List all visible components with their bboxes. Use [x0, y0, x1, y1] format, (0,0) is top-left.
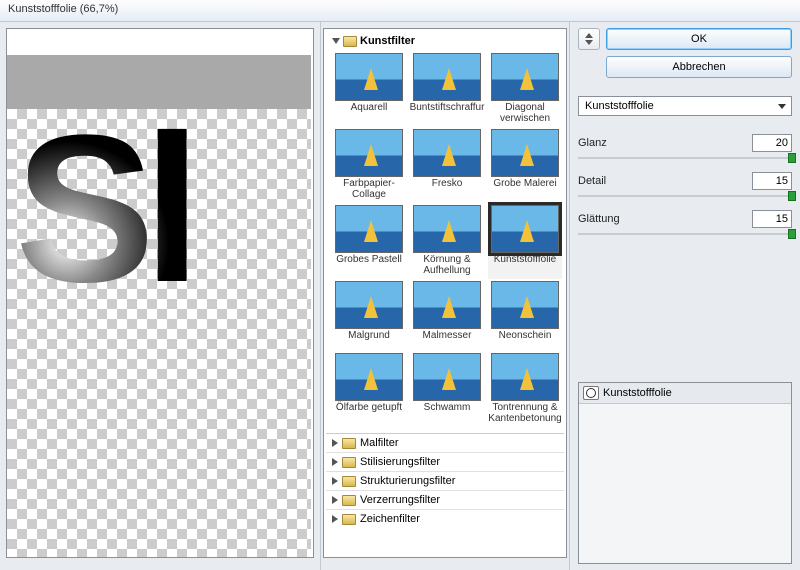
cancel-button[interactable]: Abbrechen — [606, 56, 792, 78]
chevron-right-icon — [332, 496, 338, 504]
param-row: Glättung — [578, 210, 792, 228]
category-row[interactable]: Zeichenfilter — [326, 509, 564, 528]
filter-thumb[interactable]: Kunststofffolie — [488, 205, 562, 279]
folder-icon — [342, 457, 356, 468]
chevron-right-icon — [332, 439, 338, 447]
filter-thumb-image — [491, 353, 559, 401]
effect-layer-name: Kunststofffolie — [603, 387, 672, 399]
controls-pane: OK Abbrechen Kunststofffolie Glanz Detail… — [570, 22, 800, 570]
filter-thumb[interactable]: Tontrennung & Kantenbetonung — [488, 353, 562, 427]
filter-thumb-image — [413, 353, 481, 401]
filter-thumb-label: Fresko — [410, 177, 484, 199]
filter-thumb[interactable]: Fresko — [410, 129, 484, 203]
filter-thumb-label: Diagonal verwischen — [488, 101, 562, 127]
filter-thumb-image — [335, 281, 403, 329]
filter-thumb-label: Farbpapier-Collage — [332, 177, 406, 203]
effect-layers-panel: Kunststofffolie — [578, 382, 792, 564]
chevron-down-icon — [585, 40, 593, 45]
category-label: Verzerrungsfilter — [360, 494, 440, 506]
filter-thumb-image — [413, 205, 481, 253]
filter-thumb-label: Grobe Malerei — [488, 177, 562, 199]
param-slider[interactable] — [578, 154, 792, 162]
filter-thumb[interactable]: Malmesser — [410, 281, 484, 351]
window-title: Kunststofffolie (66,7%) — [8, 3, 118, 15]
param-row: Detail — [578, 172, 792, 190]
filter-thumb[interactable]: Aquarell — [332, 53, 406, 127]
effect-layer-row[interactable]: Kunststofffolie — [579, 383, 791, 404]
filter-thumb[interactable]: Neonschein — [488, 281, 562, 351]
ok-button[interactable]: OK — [606, 28, 792, 50]
chevron-right-icon — [332, 515, 338, 523]
filter-thumb[interactable]: Buntstiftschraffur — [410, 53, 484, 127]
filter-thumb[interactable]: Farbpapier-Collage — [332, 129, 406, 203]
collapse-controls-button[interactable] — [578, 28, 600, 50]
param-label: Glättung — [578, 213, 752, 225]
folder-icon — [342, 438, 356, 449]
category-row[interactable]: Verzerrungsfilter — [326, 490, 564, 509]
category-kunstfilter[interactable]: Kunstfilter AquarellBuntstiftschraffurDi… — [326, 31, 564, 433]
preview-pane: Sl — [0, 22, 320, 570]
filter-thumb[interactable]: Diagonal verwischen — [488, 53, 562, 127]
filter-thumb[interactable]: Ölfarbe getupft — [332, 353, 406, 427]
chevron-down-icon — [332, 38, 340, 44]
filter-thumb-image — [335, 353, 403, 401]
filter-thumb[interactable]: Grobe Malerei — [488, 129, 562, 203]
param-row: Glanz — [578, 134, 792, 152]
filter-thumb[interactable]: Grobes Pastell — [332, 205, 406, 279]
folder-icon — [342, 495, 356, 506]
visibility-eye-icon[interactable] — [583, 386, 599, 400]
chevron-right-icon — [332, 458, 338, 466]
filter-select[interactable]: Kunststofffolie — [578, 96, 792, 116]
filter-thumb-image — [491, 53, 559, 101]
filter-thumb-label: Grobes Pastell — [332, 253, 406, 275]
filter-thumb-label: Neonschein — [488, 329, 562, 351]
window-titlebar: Kunststofffolie (66,7%) — [0, 0, 800, 22]
filter-thumb-image — [335, 53, 403, 101]
param-label: Detail — [578, 175, 752, 187]
filter-thumb-label: Ölfarbe getupft — [332, 401, 406, 423]
preview-frame[interactable]: Sl — [6, 28, 314, 558]
folder-icon — [343, 36, 357, 47]
folder-icon — [342, 476, 356, 487]
filter-thumb[interactable]: Schwamm — [410, 353, 484, 427]
param-input[interactable] — [752, 134, 792, 152]
category-row[interactable]: Stilisierungsfilter — [326, 452, 564, 471]
filter-thumb-label: Aquarell — [332, 101, 406, 123]
filter-thumb-image — [491, 281, 559, 329]
preview-artwork: Sl — [15, 125, 189, 293]
filter-thumb-image — [413, 53, 481, 101]
category-label: Kunstfilter — [360, 35, 415, 47]
param-slider[interactable] — [578, 192, 792, 200]
param-input[interactable] — [752, 172, 792, 190]
preview-canvas: Sl — [7, 55, 311, 533]
filter-thumb-image — [491, 205, 559, 253]
category-label: Strukturierungsfilter — [360, 475, 455, 487]
param-label: Glanz — [578, 137, 752, 149]
filter-thumb-label: Buntstiftschraffur — [410, 101, 484, 123]
filter-thumb-image — [335, 205, 403, 253]
chevron-right-icon — [332, 477, 338, 485]
filter-thumb-label: Malgrund — [332, 329, 406, 351]
filter-thumb-image — [491, 129, 559, 177]
category-label: Stilisierungsfilter — [360, 456, 440, 468]
category-row[interactable]: Malfilter — [326, 433, 564, 452]
filter-thumb-label: Körnung & Aufhellung — [410, 253, 484, 279]
filter-thumb-label: Tontrennung & Kantenbetonung — [488, 401, 562, 427]
category-label: Zeichenfilter — [360, 513, 420, 525]
filter-gallery-pane: Kunstfilter AquarellBuntstiftschraffurDi… — [320, 22, 570, 570]
folder-icon — [342, 514, 356, 525]
filter-thumb-label: Schwamm — [410, 401, 484, 423]
filter-thumb-image — [335, 129, 403, 177]
filter-thumb-label: Kunststofffolie — [488, 253, 562, 275]
category-row[interactable]: Strukturierungsfilter — [326, 471, 564, 490]
filter-thumb-image — [413, 129, 481, 177]
filter-thumb[interactable]: Malgrund — [332, 281, 406, 351]
filter-thumb[interactable]: Körnung & Aufhellung — [410, 205, 484, 279]
filter-thumb-label: Malmesser — [410, 329, 484, 351]
param-slider[interactable] — [578, 230, 792, 238]
param-input[interactable] — [752, 210, 792, 228]
chevron-up-icon — [585, 33, 593, 38]
category-label: Malfilter — [360, 437, 399, 449]
filter-thumb-image — [413, 281, 481, 329]
